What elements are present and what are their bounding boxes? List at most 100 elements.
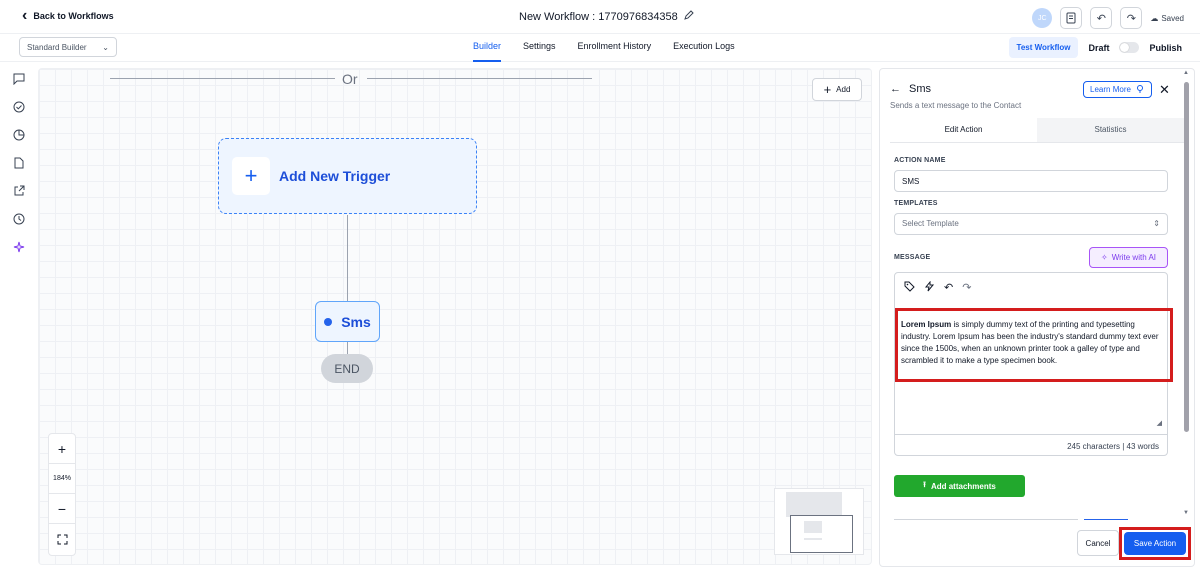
- draft-label: Draft: [1088, 42, 1110, 53]
- tab-enrollment-history[interactable]: Enrollment History: [578, 34, 652, 62]
- builder-select-value: Standard Builder: [27, 43, 87, 52]
- publish-toggle[interactable]: [1119, 42, 1140, 53]
- sms-node-label: Sms: [341, 313, 371, 330]
- divider: [894, 519, 1078, 520]
- top-right-actions: JC ↶ ↷ ☁ Saved: [1032, 7, 1184, 29]
- resize-handle-icon[interactable]: ◢: [1157, 419, 1162, 427]
- panel-subtitle: Sends a text message to the Contact: [890, 101, 1022, 110]
- highlight-box: [895, 308, 1173, 382]
- fit-view-icon[interactable]: [49, 524, 75, 554]
- publish-label: Publish: [1149, 42, 1182, 53]
- sms-action-node[interactable]: Sms: [315, 301, 380, 342]
- lightbulb-icon: [1135, 84, 1145, 96]
- panel-tabs: Edit Action Statistics: [890, 118, 1184, 143]
- history-icon[interactable]: [12, 212, 26, 226]
- cloud-check-icon: ☁: [1150, 13, 1159, 23]
- end-node: END: [321, 354, 373, 383]
- templates-label: TEMPLATES: [894, 200, 938, 207]
- message-editor[interactable]: ↶ ↷ Lorem Ipsum is simply dummy text of …: [894, 272, 1173, 456]
- magic-wand-icon: ✧: [1100, 253, 1108, 262]
- add-label: Add: [836, 85, 851, 94]
- minimap-node: [804, 538, 822, 540]
- divider: [367, 78, 592, 79]
- write-ai-label: Write with AI: [1111, 253, 1156, 262]
- builder-select[interactable]: Standard Builder ⌄: [19, 37, 117, 57]
- sub-bar: Standard Builder ⌄ Builder Settings Enro…: [0, 34, 1200, 62]
- document-icon[interactable]: [1060, 7, 1083, 29]
- redo-icon[interactable]: ↷: [962, 281, 971, 295]
- templates-placeholder: Select Template: [902, 219, 959, 228]
- undo-icon[interactable]: ↶: [1090, 7, 1113, 29]
- save-action-button[interactable]: Save Action: [1124, 532, 1186, 555]
- action-panel: ← Sms Sends a text message to the Contac…: [879, 68, 1195, 567]
- pencil-icon[interactable]: [684, 10, 694, 23]
- workflow-title-text: New Workflow : 1770976834358: [519, 10, 678, 23]
- check-circle-icon[interactable]: [12, 100, 26, 114]
- close-icon[interactable]: ✕: [1159, 82, 1170, 98]
- zoom-out-button[interactable]: −: [49, 494, 75, 524]
- chevron-updown-icon: ⇕: [1153, 219, 1160, 228]
- main-tabs: Builder Settings Enrollment History Exec…: [473, 34, 735, 62]
- workflow-canvas[interactable]: Or + Add + Add New Trigger Sms END + 184…: [38, 68, 872, 565]
- tab-builder[interactable]: Builder: [473, 34, 502, 62]
- minimap-node: [804, 521, 822, 533]
- upload-icon: ⭱: [923, 480, 926, 489]
- panel-header: ← Sms: [890, 83, 931, 95]
- character-count: 245 characters | 43 words: [895, 434, 1167, 456]
- tab-edit-action[interactable]: Edit Action: [890, 118, 1037, 142]
- editor-toolbar: ↶ ↷: [904, 280, 971, 295]
- tag-icon[interactable]: [904, 281, 915, 295]
- learn-more-button[interactable]: Learn More: [1083, 81, 1152, 98]
- action-name-input[interactable]: SMS: [894, 170, 1168, 192]
- scroll-up-icon[interactable]: ▲: [1183, 70, 1189, 76]
- back-to-workflows-link[interactable]: ‹ Back to Workflows: [22, 7, 114, 24]
- undo-icon[interactable]: ↶: [944, 281, 953, 295]
- arrow-left-icon[interactable]: ←: [890, 83, 901, 95]
- write-with-ai-button[interactable]: ✧ Write with AI: [1089, 247, 1168, 268]
- workflow-title[interactable]: New Workflow : 1770976834358: [519, 10, 694, 23]
- add-button[interactable]: + Add: [812, 78, 862, 101]
- plus-icon: +: [823, 82, 832, 97]
- publish-controls: Test Workflow Draft Publish: [1008, 37, 1182, 58]
- panel-scrollbar[interactable]: ▲ ▼: [1182, 70, 1192, 517]
- external-link-icon[interactable]: [12, 184, 26, 198]
- message-icon[interactable]: [12, 72, 26, 86]
- zoom-in-button[interactable]: +: [49, 434, 75, 464]
- left-rail: [0, 62, 38, 569]
- redo-icon[interactable]: ↷: [1120, 7, 1143, 29]
- tab-execution-logs[interactable]: Execution Logs: [673, 34, 735, 62]
- add-attachments-label: Add attachments: [930, 481, 996, 491]
- cancel-button[interactable]: Cancel: [1077, 530, 1119, 556]
- learn-more-label: Learn More: [1090, 85, 1131, 94]
- scrollbar-thumb[interactable]: [1184, 82, 1189, 432]
- tab-statistics[interactable]: Statistics: [1037, 118, 1184, 142]
- zoom-controls: + 184% −: [48, 433, 76, 556]
- back-label: Back to Workflows: [33, 11, 114, 21]
- test-workflow-button[interactable]: Test Workflow: [1008, 37, 1079, 58]
- templates-select[interactable]: Select Template ⇕: [894, 213, 1168, 235]
- minimap[interactable]: [774, 488, 864, 555]
- saved-label: Saved: [1161, 13, 1184, 23]
- trigger-label: Add New Trigger: [279, 168, 391, 184]
- add-attachments-button[interactable]: ⭱ Add attachments: [894, 475, 1025, 497]
- tab-settings[interactable]: Settings: [523, 34, 556, 62]
- top-bar: ‹ Back to Workflows New Workflow : 17709…: [0, 0, 1200, 34]
- pie-chart-icon[interactable]: [12, 128, 26, 142]
- sparkle-icon[interactable]: [12, 240, 26, 254]
- divider: [110, 78, 335, 79]
- highlight-box: Save Action: [1119, 527, 1191, 560]
- file-icon[interactable]: [12, 156, 26, 170]
- panel-title: Sms: [909, 83, 931, 95]
- add-new-trigger-node[interactable]: + Add New Trigger: [218, 138, 477, 214]
- plus-icon: +: [232, 157, 270, 195]
- divider: [1084, 519, 1128, 520]
- lightning-icon[interactable]: [924, 280, 935, 295]
- avatar[interactable]: JC: [1032, 8, 1053, 28]
- connector-line: [347, 215, 348, 301]
- scroll-down-icon[interactable]: ▼: [1183, 510, 1189, 516]
- saved-status: ☁ Saved: [1150, 14, 1184, 23]
- action-name-label: ACTION NAME: [894, 157, 946, 164]
- message-label: MESSAGE: [894, 254, 931, 261]
- chevron-left-icon: ‹: [22, 7, 28, 24]
- chevron-down-icon: ⌄: [102, 43, 109, 52]
